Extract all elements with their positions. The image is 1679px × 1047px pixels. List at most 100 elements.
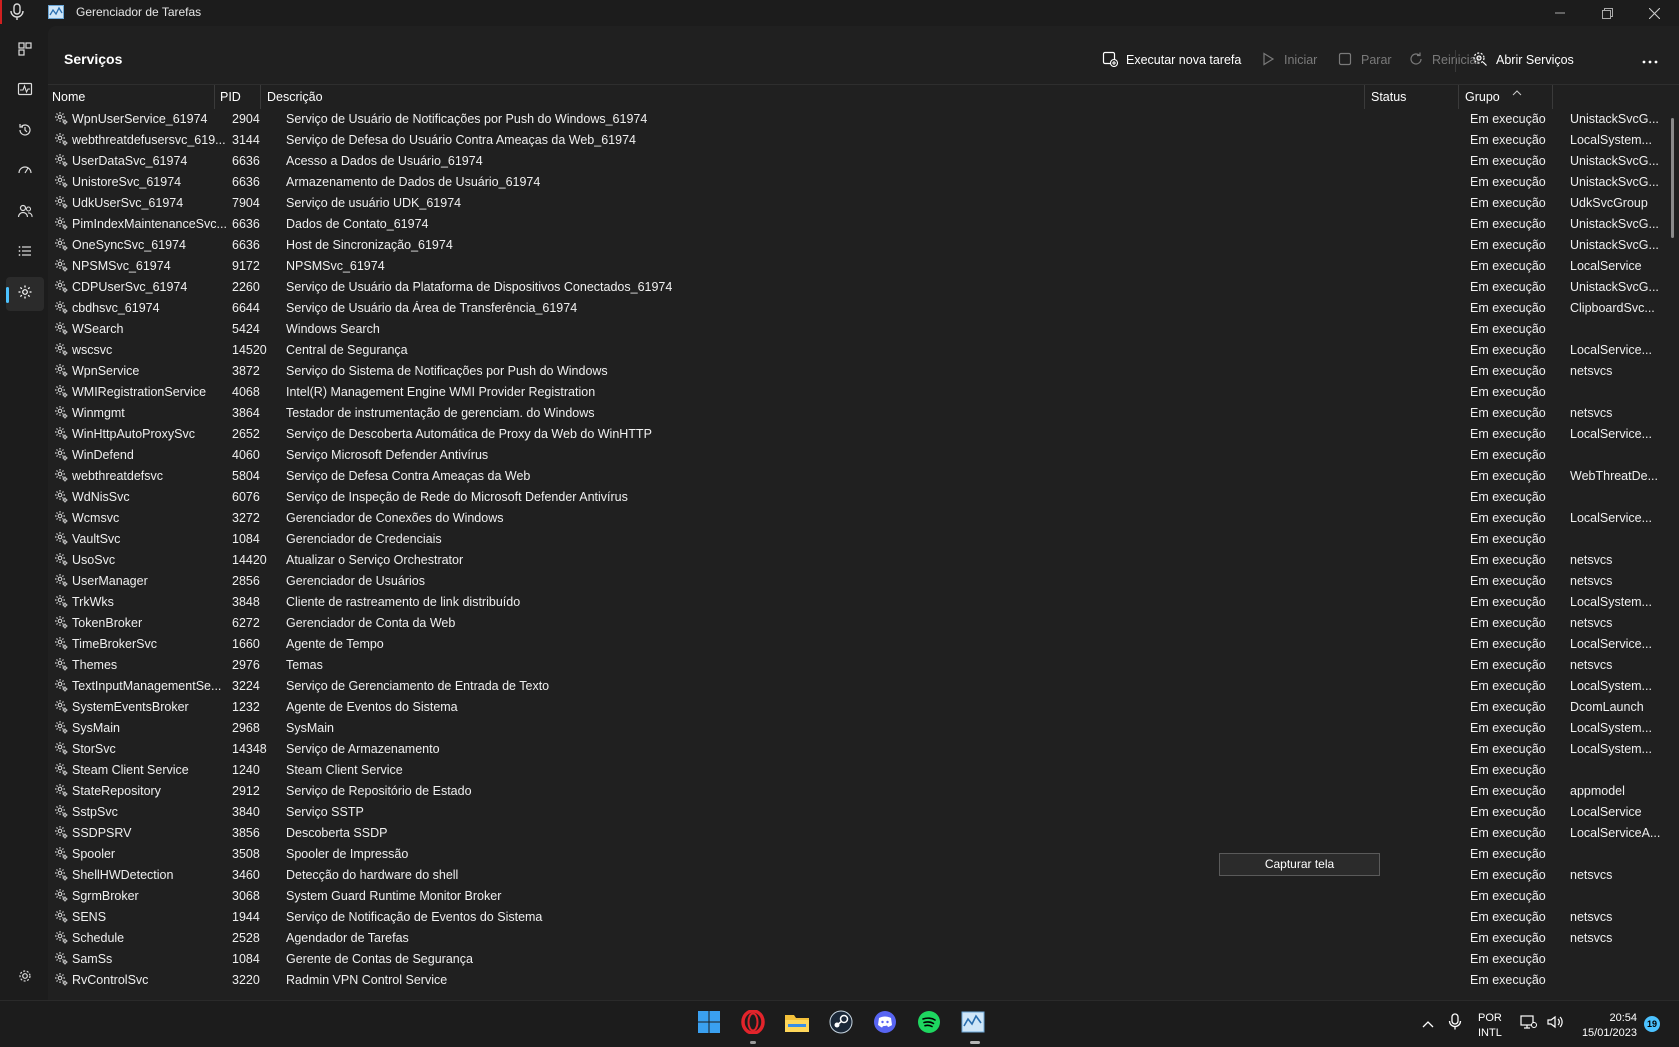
- service-name: WpnService: [72, 364, 140, 378]
- nav-details[interactable]: [6, 236, 44, 270]
- taskbar-task-manager[interactable]: [958, 1009, 988, 1039]
- vertical-scrollbar[interactable]: [1671, 118, 1674, 238]
- nav-app-history[interactable]: [6, 115, 44, 149]
- table-row[interactable]: TextInputManagementSe... 3224 Serviço de G…: [48, 676, 1658, 697]
- show-hidden-icons-button[interactable]: [1418, 1009, 1438, 1039]
- service-description: Agente de Tempo: [286, 637, 384, 651]
- restore-button[interactable]: [1584, 0, 1630, 26]
- taskbar-spotify[interactable]: [914, 1009, 944, 1039]
- service-description: Serviço SSTP: [286, 805, 364, 819]
- table-row[interactable]: SamSs 1084 Gerente de Contas de Segurança E…: [48, 949, 1658, 970]
- table-row[interactable]: StateRepository 2912 Serviço de Repositóri…: [48, 781, 1658, 802]
- table-row[interactable]: UserDataSvc_61974 6636 Acesso a Dados de U…: [48, 151, 1659, 172]
- stop-button[interactable]: Parar: [1337, 48, 1392, 72]
- table-row[interactable]: WpnService 3872 Serviço do Sistema de Noti…: [48, 361, 1658, 382]
- column-status[interactable]: Status: [1371, 85, 1406, 107]
- table-row[interactable]: webthreatdefsvc 5804 Serviço de Defesa Con…: [48, 466, 1658, 487]
- nav-processes[interactable]: [6, 34, 44, 68]
- service-group: netsvcs: [1570, 931, 1613, 945]
- taskbar-file-explorer[interactable]: [782, 1009, 812, 1039]
- nav-startup-apps[interactable]: [6, 155, 44, 189]
- open-services-button[interactable]: Abrir Serviços: [1472, 48, 1574, 72]
- table-row[interactable]: Winmgmt 3864 Testador de instrumentação de…: [48, 403, 1658, 424]
- service-pid: 5424: [232, 322, 260, 336]
- table-row[interactable]: UdkUserSvc_61974 7904 Serviço de usuário U…: [48, 193, 1658, 214]
- column-resizer[interactable]: [1552, 85, 1553, 109]
- table-row[interactable]: SstpSvc 3840 Serviço SSTP Em execução LocalS…: [48, 802, 1658, 823]
- column-description[interactable]: Descrição: [267, 85, 323, 107]
- service-description: Serviço de Usuário de Notificações por P…: [286, 112, 648, 126]
- table-row[interactable]: wscsvc 14520 Central de Segurança Em execuç…: [48, 340, 1658, 361]
- table-row[interactable]: TimeBrokerSvc 1660 Agente de Tempo Em execu…: [48, 634, 1658, 655]
- column-resizer[interactable]: [1364, 85, 1365, 109]
- column-pid[interactable]: PID: [220, 85, 241, 107]
- table-row[interactable]: UsoSvc 14420 Atualizar o Serviço Orchestra…: [48, 550, 1658, 571]
- table-row[interactable]: Steam Client Service 1240 Steam Client Ser…: [48, 760, 1658, 781]
- column-resizer[interactable]: [214, 85, 215, 109]
- more-options-button[interactable]: [1638, 48, 1662, 72]
- service-name: StateRepository: [72, 784, 161, 798]
- table-row[interactable]: OneSyncSvc_61974 6636 Host de Sincronizaçã…: [48, 235, 1659, 256]
- run-new-task-button[interactable]: Executar nova tarefa: [1102, 48, 1241, 72]
- table-row[interactable]: StorSvc 14348 Serviço de Armazenamento Em e…: [48, 739, 1658, 760]
- taskbar-discord[interactable]: [870, 1009, 900, 1039]
- column-resizer[interactable]: [1458, 85, 1459, 109]
- service-gear-icon: [54, 153, 69, 168]
- nav-settings[interactable]: [6, 961, 44, 995]
- table-row[interactable]: TrkWks 3848 Cliente de rastreamento de lin…: [48, 592, 1658, 613]
- start-button[interactable]: [694, 1009, 724, 1039]
- table-row[interactable]: UserManager 2856 Gerenciador de Usuários Em…: [48, 571, 1658, 592]
- table-row[interactable]: NPSMSvc_61974 9172 NPSMSvc_61974 Em execuçã…: [48, 256, 1658, 277]
- service-pid: 1232: [232, 700, 260, 714]
- table-row[interactable]: Themes 2976 Temas Em execução netsvcs: [48, 655, 1658, 676]
- table-row[interactable]: SSDPSRV 3856 Descoberta SSDP Em execução Loc…: [48, 823, 1660, 844]
- performance-icon: [17, 81, 33, 102]
- tray-network[interactable]: [1518, 1009, 1540, 1039]
- column-group[interactable]: Grupo: [1465, 85, 1500, 107]
- table-row[interactable]: TokenBroker 6272 Gerenciador de Conta da W…: [48, 613, 1658, 634]
- table-row[interactable]: SgrmBroker 3068 System Guard Runtime Monit…: [48, 886, 1658, 907]
- tray-microphone[interactable]: [1445, 1009, 1465, 1039]
- system-clock[interactable]: 20:54 15/01/2023: [1573, 1011, 1637, 1041]
- table-row[interactable]: WpnUserService_61974 2904 Serviço de Usuár…: [48, 109, 1659, 130]
- service-pid: 2904: [232, 112, 260, 126]
- nav-performance[interactable]: [6, 74, 44, 108]
- table-row[interactable]: Spooler 3508 Spooler de Impressão Em execuç…: [48, 844, 1658, 865]
- table-row[interactable]: SystemEventsBroker 1232 Agente de Eventos …: [48, 697, 1658, 718]
- table-row[interactable]: Wcmsvc 3272 Gerenciador de Conexões do Win…: [48, 508, 1658, 529]
- table-row[interactable]: CDPUserSvc_61974 2260 Serviço de Usuário d…: [48, 277, 1659, 298]
- table-row[interactable]: WSearch 5424 Windows Search Em execução: [48, 319, 1658, 340]
- service-description: Dados de Contato_61974: [286, 217, 429, 231]
- table-row[interactable]: SENS 1944 Serviço de Notificação de Evento…: [48, 907, 1658, 928]
- table-row[interactable]: WMIRegistrationService 4068 Intel(R) Manag…: [48, 382, 1658, 403]
- column-name[interactable]: Nome: [52, 85, 85, 107]
- table-row[interactable]: ShellHWDetection 3460 Detecção do hardware…: [48, 865, 1658, 886]
- tray-volume[interactable]: [1544, 1009, 1566, 1039]
- table-row[interactable]: WinHttpAutoProxySvc 2652 Serviço de Descob…: [48, 424, 1658, 445]
- table-row[interactable]: WinDefend 4060 Serviço Microsoft Defender …: [48, 445, 1658, 466]
- table-row[interactable]: SysMain 2968 SysMain Em execução LocalSystem…: [48, 718, 1658, 739]
- table-row[interactable]: WdNisSvc 6076 Serviço de Inspeção de Rede …: [48, 487, 1658, 508]
- taskbar-opera[interactable]: [738, 1008, 768, 1039]
- notification-badge[interactable]: 19: [1644, 1016, 1660, 1032]
- close-button[interactable]: [1631, 0, 1677, 26]
- table-row[interactable]: cbdhsvc_61974 6644 Serviço de Usuário da Á…: [48, 298, 1658, 319]
- nav-services[interactable]: [6, 277, 44, 311]
- taskbar-steam[interactable]: [826, 1009, 856, 1039]
- table-row[interactable]: UnistoreSvc_61974 6636 Armazenamento de Da…: [48, 172, 1659, 193]
- minimize-button[interactable]: [1537, 0, 1583, 26]
- service-pid: 1084: [232, 952, 260, 966]
- restart-button[interactable]: Reiniciar: [1408, 48, 1481, 72]
- input-language-indicator[interactable]: POR INTL: [1478, 1011, 1502, 1041]
- table-row[interactable]: PimIndexMaintenanceSvc... 6636 Dados de Co…: [48, 214, 1659, 235]
- service-status: Em execução: [1470, 301, 1546, 315]
- table-row[interactable]: RvControlSvc 3220 Radmin VPN Control Servi…: [48, 970, 1658, 991]
- start-button[interactable]: Iniciar: [1260, 48, 1317, 72]
- column-resizer[interactable]: [260, 85, 261, 109]
- service-pid: 3848: [232, 595, 260, 609]
- table-row[interactable]: Schedule 2528 Agendador de Tarefas Em execu…: [48, 928, 1658, 949]
- nav-users[interactable]: [6, 196, 44, 230]
- table-row[interactable]: VaultSvc 1084 Gerenciador de Credenciais Em…: [48, 529, 1658, 550]
- service-description: Serviço de Usuário da Área de Transferên…: [286, 301, 578, 315]
- table-row[interactable]: webthreatdefusersvc_619... 3144 Serviço de…: [48, 130, 1658, 151]
